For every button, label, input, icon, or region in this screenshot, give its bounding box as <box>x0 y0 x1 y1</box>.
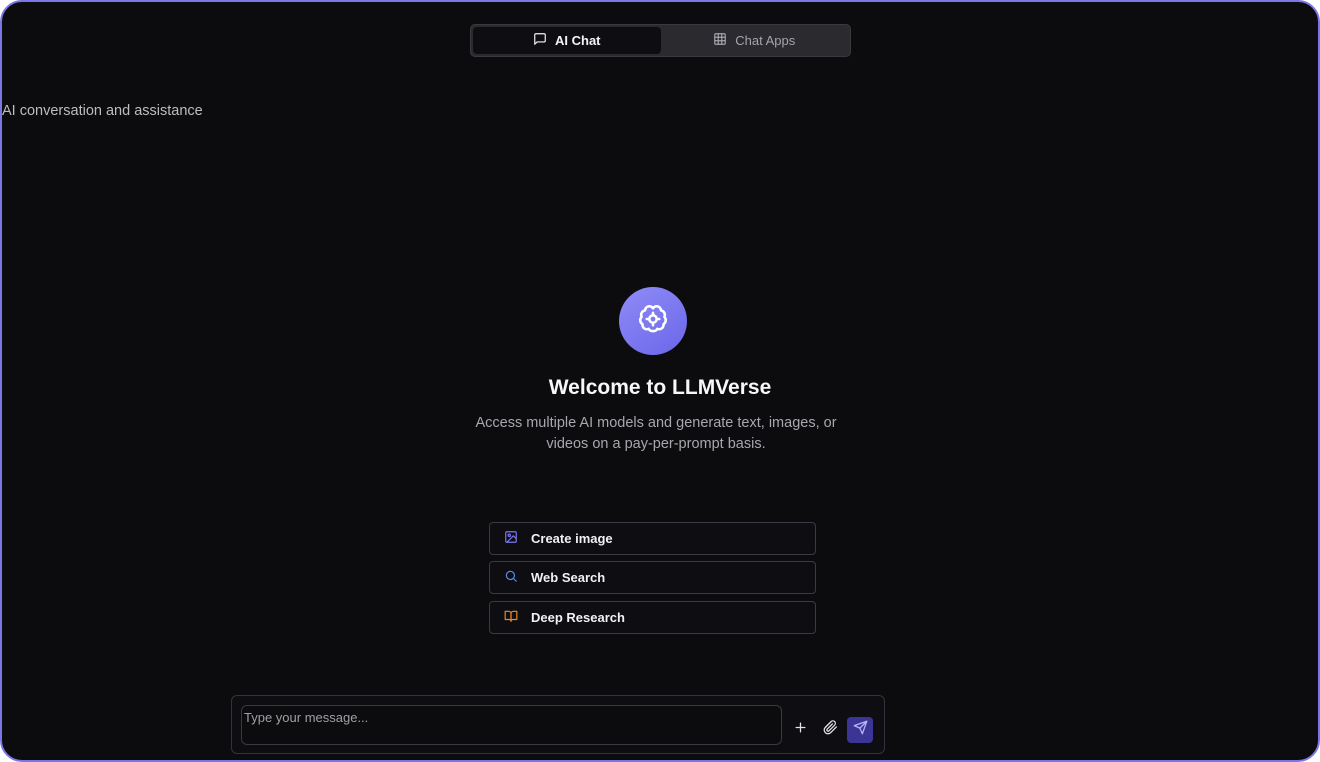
mode-tabs: AI Chat Chat Apps <box>470 24 851 57</box>
message-input[interactable] <box>241 705 782 745</box>
create-image-button[interactable]: Create image <box>489 522 816 555</box>
app-window: AI Chat Chat Apps AI conversation and as… <box>0 0 1320 762</box>
welcome-description: Access multiple AI models and generate t… <box>475 415 837 452</box>
plus-icon <box>793 720 808 740</box>
add-button[interactable] <box>787 717 813 743</box>
search-icon <box>504 569 518 586</box>
web-search-button[interactable]: Web Search <box>489 561 816 594</box>
brain-icon <box>636 302 670 341</box>
tab-chat-apps[interactable]: Chat Apps <box>661 27 849 54</box>
attach-button[interactable] <box>817 717 843 743</box>
page-subtitle: AI conversation and assistance <box>2 103 203 119</box>
tab-label: Chat Apps <box>735 33 796 48</box>
action-label: Web Search <box>531 570 606 585</box>
grid-icon <box>713 32 727 49</box>
app-logo <box>619 287 687 355</box>
tab-ai-chat[interactable]: AI Chat <box>473 27 661 54</box>
welcome-title: Welcome to LLMVerse <box>548 376 772 399</box>
message-composer <box>231 695 885 754</box>
image-icon <box>504 530 518 547</box>
deep-research-button[interactable]: Deep Research <box>489 601 816 634</box>
action-label: Create image <box>531 531 613 546</box>
action-label: Deep Research <box>531 610 625 625</box>
paperclip-icon <box>823 720 838 740</box>
book-open-icon <box>504 609 518 626</box>
send-icon <box>853 720 868 740</box>
tab-label: AI Chat <box>555 33 601 48</box>
chat-bubble-icon <box>533 32 547 49</box>
send-button[interactable] <box>847 717 873 743</box>
